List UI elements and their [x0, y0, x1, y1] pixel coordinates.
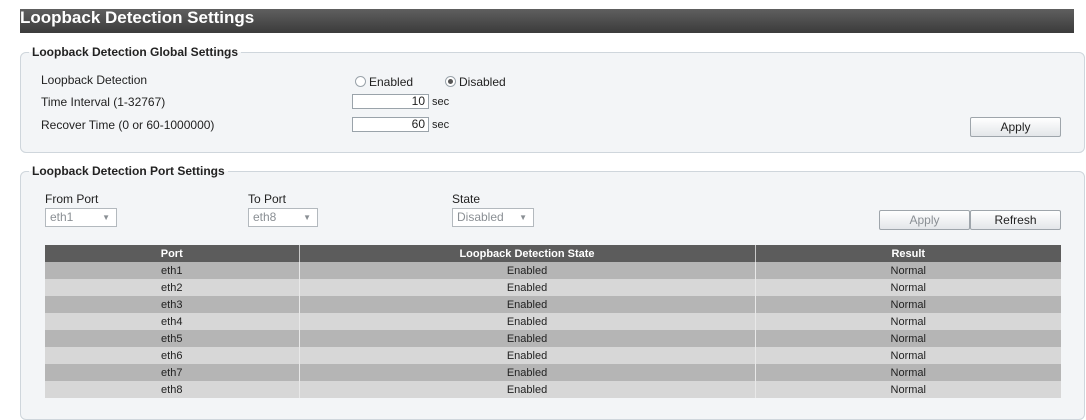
recover-time-unit: sec: [432, 119, 450, 131]
page-title-bar: Loopback Detection Settings: [20, 9, 1074, 33]
global-apply-button[interactable]: Apply: [970, 117, 1061, 137]
state-cell: Enabled: [298, 279, 755, 296]
column-header-result: Result: [754, 245, 1061, 262]
loopback-port-table: Port Loopback Detection State Result eth…: [45, 245, 1061, 398]
from-port-value: eth1: [50, 210, 74, 224]
disabled-radio-label: Disabled: [459, 74, 506, 89]
from-port-select[interactable]: eth1 ▼: [45, 208, 117, 227]
port-cell: eth8: [45, 381, 299, 398]
table-row: eth4 Enabled Normal: [45, 313, 1061, 330]
from-port-label: From Port: [45, 192, 99, 206]
table-header-row: Port Loopback Detection State Result: [45, 245, 1061, 262]
state-cell: Enabled: [298, 296, 755, 313]
port-cell: eth5: [45, 330, 299, 347]
state-cell: Enabled: [298, 262, 755, 279]
state-cell: Enabled: [298, 347, 755, 364]
to-port-select[interactable]: eth8 ▼: [248, 208, 318, 227]
refresh-button[interactable]: Refresh: [970, 210, 1061, 230]
port-cell: eth2: [45, 279, 299, 296]
page-title: Loopback Detection Settings: [20, 9, 255, 27]
disabled-radio-option[interactable]: Disabled: [445, 74, 506, 89]
loopback-detection-label: Loopback Detection: [41, 73, 148, 87]
result-cell: Normal: [754, 262, 1061, 279]
port-cell: eth7: [45, 364, 299, 381]
state-cell: Enabled: [298, 364, 755, 381]
chevron-down-icon: ▼: [303, 213, 311, 222]
state-cell: Enabled: [298, 381, 755, 398]
port-cell: eth6: [45, 347, 299, 364]
table-row: eth2 Enabled Normal: [45, 279, 1061, 296]
time-interval-input[interactable]: 10: [352, 94, 429, 109]
chevron-down-icon: ▼: [519, 213, 527, 222]
port-cell: eth4: [45, 313, 299, 330]
recover-time-input[interactable]: 60: [352, 117, 429, 132]
result-cell: Normal: [754, 296, 1061, 313]
column-header-state: Loopback Detection State: [298, 245, 755, 262]
global-settings-legend: Loopback Detection Global Settings: [32, 45, 239, 59]
table-row: eth1 Enabled Normal: [45, 262, 1061, 279]
table-row: eth6 Enabled Normal: [45, 347, 1061, 364]
state-value: Disabled: [457, 210, 504, 224]
recover-time-label: Recover Time (0 or 60-1000000): [41, 118, 215, 132]
result-cell: Normal: [754, 313, 1061, 330]
to-port-label: To Port: [248, 192, 287, 206]
table-row: eth3 Enabled Normal: [45, 296, 1061, 313]
port-cell: eth3: [45, 296, 299, 313]
state-cell: Enabled: [298, 330, 755, 347]
state-cell: Enabled: [298, 313, 755, 330]
port-settings-legend: Loopback Detection Port Settings: [32, 164, 225, 178]
disabled-radio[interactable]: [445, 76, 456, 88]
result-cell: Normal: [754, 330, 1061, 347]
result-cell: Normal: [754, 364, 1061, 381]
result-cell: Normal: [754, 381, 1061, 398]
chevron-down-icon: ▼: [102, 213, 110, 222]
port-cell: eth1: [45, 262, 299, 279]
column-header-port: Port: [45, 245, 299, 262]
table-row: eth8 Enabled Normal: [45, 381, 1061, 398]
to-port-value: eth8: [253, 210, 277, 224]
state-label: State: [452, 192, 481, 206]
global-settings-panel: Loopback Detection Global Settings: [20, 45, 1085, 153]
state-select[interactable]: Disabled ▼: [452, 208, 534, 227]
table-row: eth5 Enabled Normal: [45, 330, 1061, 347]
enabled-radio[interactable]: [355, 76, 366, 88]
result-cell: Normal: [754, 347, 1061, 364]
enabled-radio-option[interactable]: Enabled: [355, 74, 413, 89]
time-interval-label: Time Interval (1-32767): [41, 95, 166, 109]
time-interval-unit: sec: [432, 96, 450, 108]
result-cell: Normal: [754, 279, 1061, 296]
port-apply-button[interactable]: Apply: [879, 210, 970, 230]
table-row: eth7 Enabled Normal: [45, 364, 1061, 381]
enabled-radio-label: Enabled: [369, 74, 414, 89]
